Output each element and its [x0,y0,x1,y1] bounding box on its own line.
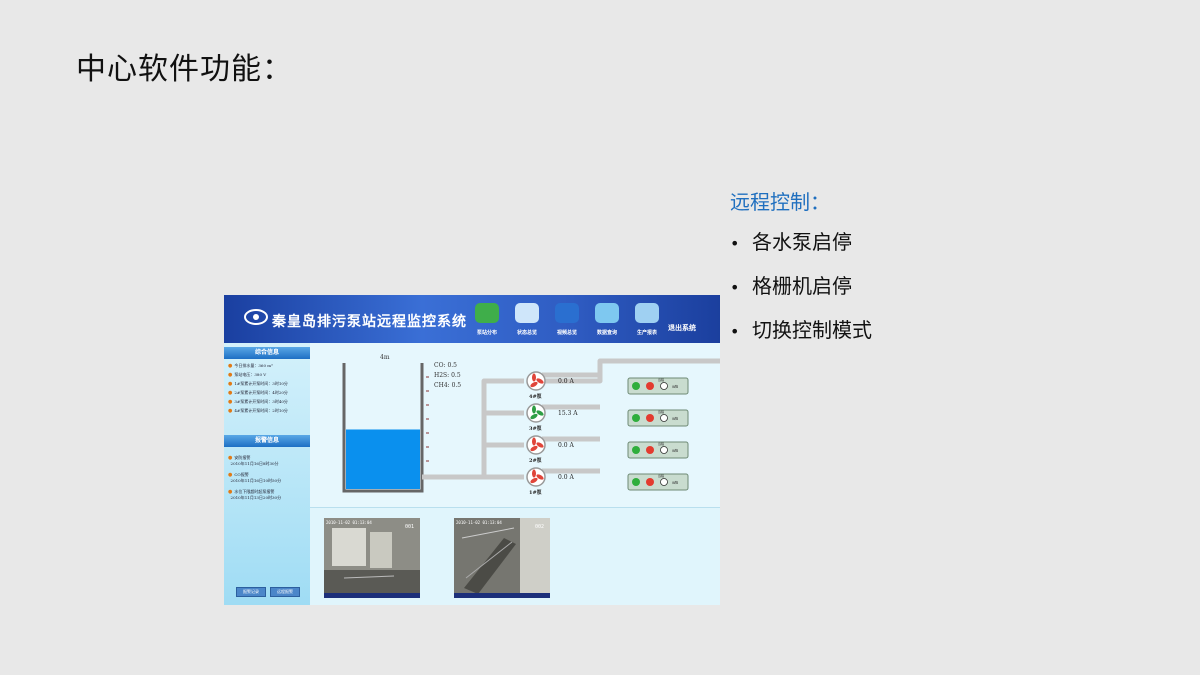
process-view: 4m CO: 0.5 H2S: 0.5 CH4: 0.5 4#泵 0.0 A 远程 远程 3#泵… [310,343,720,507]
tank-level-label: 4m [380,354,390,361]
process-diagram: 4mCO: 0.5H2S: 0.5CH4: 0.54#泵0.0 A 远程远程3#泵… [342,354,720,496]
gas-reading: CO: 0.5 [434,362,457,369]
logo-icon [244,309,268,325]
alarm-list: ● 安防报警 2010年11月16日8时30分 ● CO报警 2010年11月16日… [228,455,281,506]
mode-label-side: 远程 [672,416,678,421]
pump-current: 0.0 A [558,474,574,481]
video-toolbar [324,593,420,598]
gas-reading: CH4: 0.5 [434,382,461,389]
mode-switch[interactable] [660,414,668,422]
bullet-item: • 各水泵启停 [730,230,852,254]
exit-button[interactable]: 退出系统 [668,323,696,333]
remote-alarm-button[interactable]: 远程报警 [270,587,300,597]
mode-switch[interactable] [660,478,668,486]
mode-label-top: 远程 [658,409,664,414]
pump-current: 0.0 A [558,378,574,385]
cloud-icon [595,303,619,323]
bullet-item: • 格栅机启停 [730,274,852,298]
info-item: ● 今日排水量：360 m³ [228,363,273,369]
video-frame [454,518,550,598]
mode-label-side: 远程 [672,480,678,485]
pump-blade [532,469,536,478]
info-item: ● 2#泵累计开泵时间：4时20分 [228,390,288,396]
pump-icon[interactable] [526,467,546,487]
video-toolbar [454,593,550,598]
mode-label-top: 远程 [658,473,664,478]
inlet-pipe [422,378,522,480]
bullet-item: • 切换控制模式 [730,318,872,342]
info-header: 综合信息 [224,347,310,359]
gas-reading: H2S: 0.5 [434,372,461,379]
pump-name: 2#泵 [529,457,543,464]
pump-icon[interactable] [526,435,546,455]
pump-icon[interactable] [526,403,546,423]
mode-label-side: 远程 [672,384,678,389]
app-banner: 秦皇岛排污泵站远程监控系统 退出系统 泵站分布 状态总览 视频总览 数据查询 生产报表 [224,295,720,343]
video-frame [324,518,420,598]
mode-label-top: 远程 [658,441,664,446]
pump-current: 0.0 A [558,442,574,449]
alarm-item: ● CO报警 2010年11月16日10时50分 [228,472,282,483]
video-area: 2010-11-02 01:13:04 001 2010-11-02 01:13… [310,507,720,605]
video-camera-id: 001 [404,524,414,530]
panel-title: 远程控制： [730,190,830,214]
nav-report-button[interactable]: 生产报表 [624,303,670,343]
alarm-header: 报警信息 [224,435,310,447]
pump-current: 15.3 A [558,410,578,417]
video-timestamp: 2010-11-02 01:13:04 [326,520,372,525]
scada-screenshot: 秦皇岛排污泵站远程监控系统 退出系统 泵站分布 状态总览 视频总览 数据查询 生产报表 … [224,295,720,605]
bullet-list: • 各水泵启停 • 格栅机启停 • 切换控制模式 [730,228,872,360]
info-item: ● 4#泵累计开泵时间：2时10分 [228,408,288,414]
stop-button[interactable] [646,382,654,390]
video-camera-id: 002 [534,524,544,530]
start-button[interactable] [632,414,640,422]
alarm-item: ● 安防报警 2010年11月16日8时30分 [228,455,279,466]
pump-name: 3#泵 [529,425,543,432]
map-icon [475,303,499,323]
info-item: ● 3#泵累计开泵时间：3时40分 [228,399,288,405]
sidebar: 综合信息 ● 今日排水量：360 m³ ● 泵站电压：380 V ● 1#泵累计开泵时… [224,343,310,605]
video-feed[interactable]: 2010-11-02 01:13:04 001 [324,518,420,598]
pump-icon[interactable] [526,371,546,391]
overview-icon [515,303,539,323]
stop-button[interactable] [646,414,654,422]
stop-button[interactable] [646,478,654,486]
start-button[interactable] [632,382,640,390]
mode-label-top: 远程 [658,377,664,382]
mode-switch[interactable] [660,382,668,390]
mode-switch[interactable] [660,446,668,454]
monitor-icon [555,303,579,323]
alarm-item: ● 水位下限超时起泵报警 2010年11月13日20时30分 [228,489,282,500]
video-timestamp: 2010-11-02 01:13:04 [456,520,502,525]
pump-blade [532,405,536,414]
video-feed[interactable]: 2010-11-02 01:13:04 002 [454,518,550,598]
nav-label: 生产报表 [636,330,657,336]
water-level [346,429,420,489]
stop-button[interactable] [646,446,654,454]
report-icon [635,303,659,323]
start-button[interactable] [632,478,640,486]
pump-blade [532,437,536,446]
pump-name: 4#泵 [529,393,543,400]
info-list: ● 今日排水量：360 m³ ● 泵站电压：380 V ● 1#泵累计开泵时间：3时1… [228,361,288,415]
info-item: ● 1#泵累计开泵时间：3时10分 [228,381,288,387]
start-button[interactable] [632,446,640,454]
app-title: 秦皇岛排污泵站远程监控系统 [272,314,467,330]
slide-title: 中心软件功能： [76,52,293,87]
pump-name: 1#泵 [529,489,543,496]
pump-blade [532,373,536,382]
mode-label-side: 远程 [672,448,678,453]
alarm-record-button[interactable]: 报警记录 [236,587,266,597]
info-item: ● 泵站电压：380 V [228,372,267,378]
